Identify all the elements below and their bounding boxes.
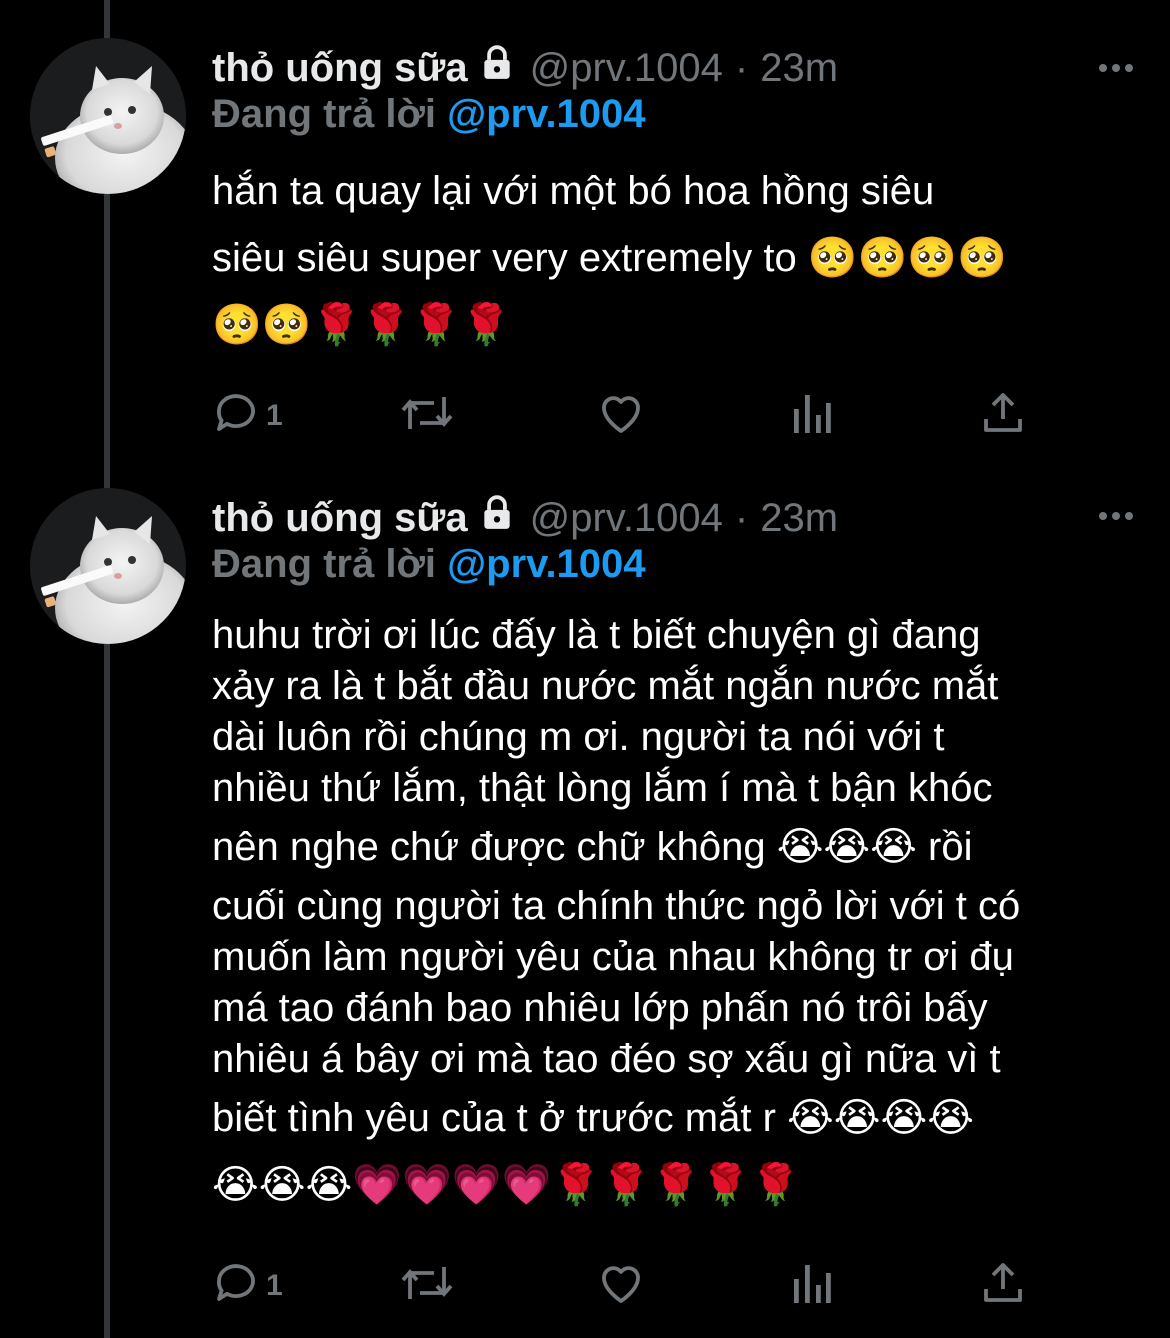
share-icon (978, 389, 1028, 442)
avatar-cat-image (30, 488, 186, 644)
tweet-text-line: nên nghe chứ được chữ không 😭😭😭 rồi (212, 825, 973, 869)
replying-to-handle[interactable]: @prv.1004 (447, 542, 645, 586)
more-options-icon[interactable] (1096, 506, 1136, 526)
user-handle[interactable]: @prv.1004 (530, 496, 723, 541)
tweet-text-line: nhiều thứ lắm, thật lòng lắm í mà t bận … (212, 766, 993, 810)
retweet-button[interactable] (400, 1259, 454, 1312)
tweet-text-line: má tao đánh bao nhiêu lớp phấn nó trôi b… (212, 986, 988, 1030)
tweet-header: thỏ uống sữa @prv.1004 · 23m (212, 38, 838, 98)
analytics-icon (790, 389, 834, 442)
tweet[interactable]: thỏ uống sữa @prv.1004 · 23m Đang trả lờ… (0, 470, 1170, 1338)
analytics-button[interactable] (790, 1259, 834, 1312)
tweet-actions: 1 (212, 383, 1062, 443)
replying-to: Đang trả lời @prv.1004 (212, 92, 646, 137)
reply-count: 1 (266, 398, 283, 432)
lock-icon (478, 494, 516, 542)
like-button[interactable] (596, 389, 646, 442)
tweet-actions: 1 (212, 1253, 1062, 1313)
tweet-text-line: 🥺🥺🌹🌹🌹🌹 (212, 303, 511, 347)
retweet-icon (400, 1259, 454, 1312)
tweet-header: thỏ uống sữa @prv.1004 · 23m (212, 488, 838, 548)
like-icon (596, 389, 646, 442)
tweet-text-line: cuối cùng người ta chính thức ngỏ lời vớ… (212, 884, 1021, 928)
separator-dot: · (734, 45, 749, 90)
like-button[interactable] (596, 1259, 646, 1312)
replying-to-handle[interactable]: @prv.1004 (447, 92, 645, 136)
retweet-icon (400, 389, 454, 442)
reply-button[interactable]: 1 (212, 1259, 283, 1312)
analytics-button[interactable] (790, 389, 834, 442)
tweet-text-line: huhu trời ơi lúc đấy là t biết chuyện gì… (212, 613, 981, 657)
reply-icon (212, 1259, 260, 1312)
tweet-text-line: muốn làm người yêu của nhau không tr ơi … (212, 935, 1014, 979)
separator-dot: · (734, 495, 749, 540)
avatar-cat-image (30, 38, 186, 194)
replying-to-label: Đang trả lời (212, 92, 437, 136)
tweet-text-line: biết tình yêu của t ở trước mắt r 😭😭😭😭 (212, 1096, 974, 1140)
user-handle[interactable]: @prv.1004 (530, 46, 723, 91)
tweet-text: huhu trời ơi lúc đấy là t biết chuyện gì… (212, 610, 1142, 1219)
display-name[interactable]: thỏ uống sữa (212, 46, 468, 91)
tweet-text-line: siêu siêu super very extremely to 🥺🥺🥺🥺 (212, 236, 1008, 280)
tweet-text: hắn ta quay lại với một bó hoa hồng siêu… (212, 158, 1142, 359)
timestamp[interactable]: 23m (760, 496, 838, 541)
avatar[interactable] (30, 38, 186, 194)
reply-button[interactable]: 1 (212, 389, 283, 442)
avatar[interactable] (30, 488, 186, 644)
tweet-text-line: dài luôn rồi chúng m ơi. người ta nói vớ… (212, 715, 945, 759)
analytics-icon (790, 1259, 834, 1312)
reply-count: 1 (266, 1268, 283, 1302)
like-icon (596, 1259, 646, 1312)
retweet-button[interactable] (400, 389, 454, 442)
tweet-text-line: 😭😭😭💗💗💗💗🌹🌹🌹🌹🌹 (212, 1163, 801, 1207)
share-button[interactable] (978, 389, 1028, 442)
tweet-text-line: nhiêu á bây ơi mà tao đéo sợ xấu gì nữa … (212, 1037, 1001, 1081)
share-button[interactable] (978, 1259, 1028, 1312)
tweet-text-line: xảy ra là t bắt đầu nước mắt ngắn nước m… (212, 664, 999, 708)
more-options-icon[interactable] (1096, 58, 1136, 78)
timestamp[interactable]: 23m (760, 46, 838, 91)
lock-icon (478, 44, 516, 92)
replying-to-label: Đang trả lời (212, 542, 437, 586)
replying-to: Đang trả lời @prv.1004 (212, 542, 646, 587)
tweet[interactable]: thỏ uống sữa @prv.1004 · 23m Đang trả lờ… (0, 0, 1170, 470)
tweet-text-line: hắn ta quay lại với một bó hoa hồng siêu (212, 169, 935, 213)
share-icon (978, 1259, 1028, 1312)
display-name[interactable]: thỏ uống sữa (212, 496, 468, 541)
reply-icon (212, 389, 260, 442)
